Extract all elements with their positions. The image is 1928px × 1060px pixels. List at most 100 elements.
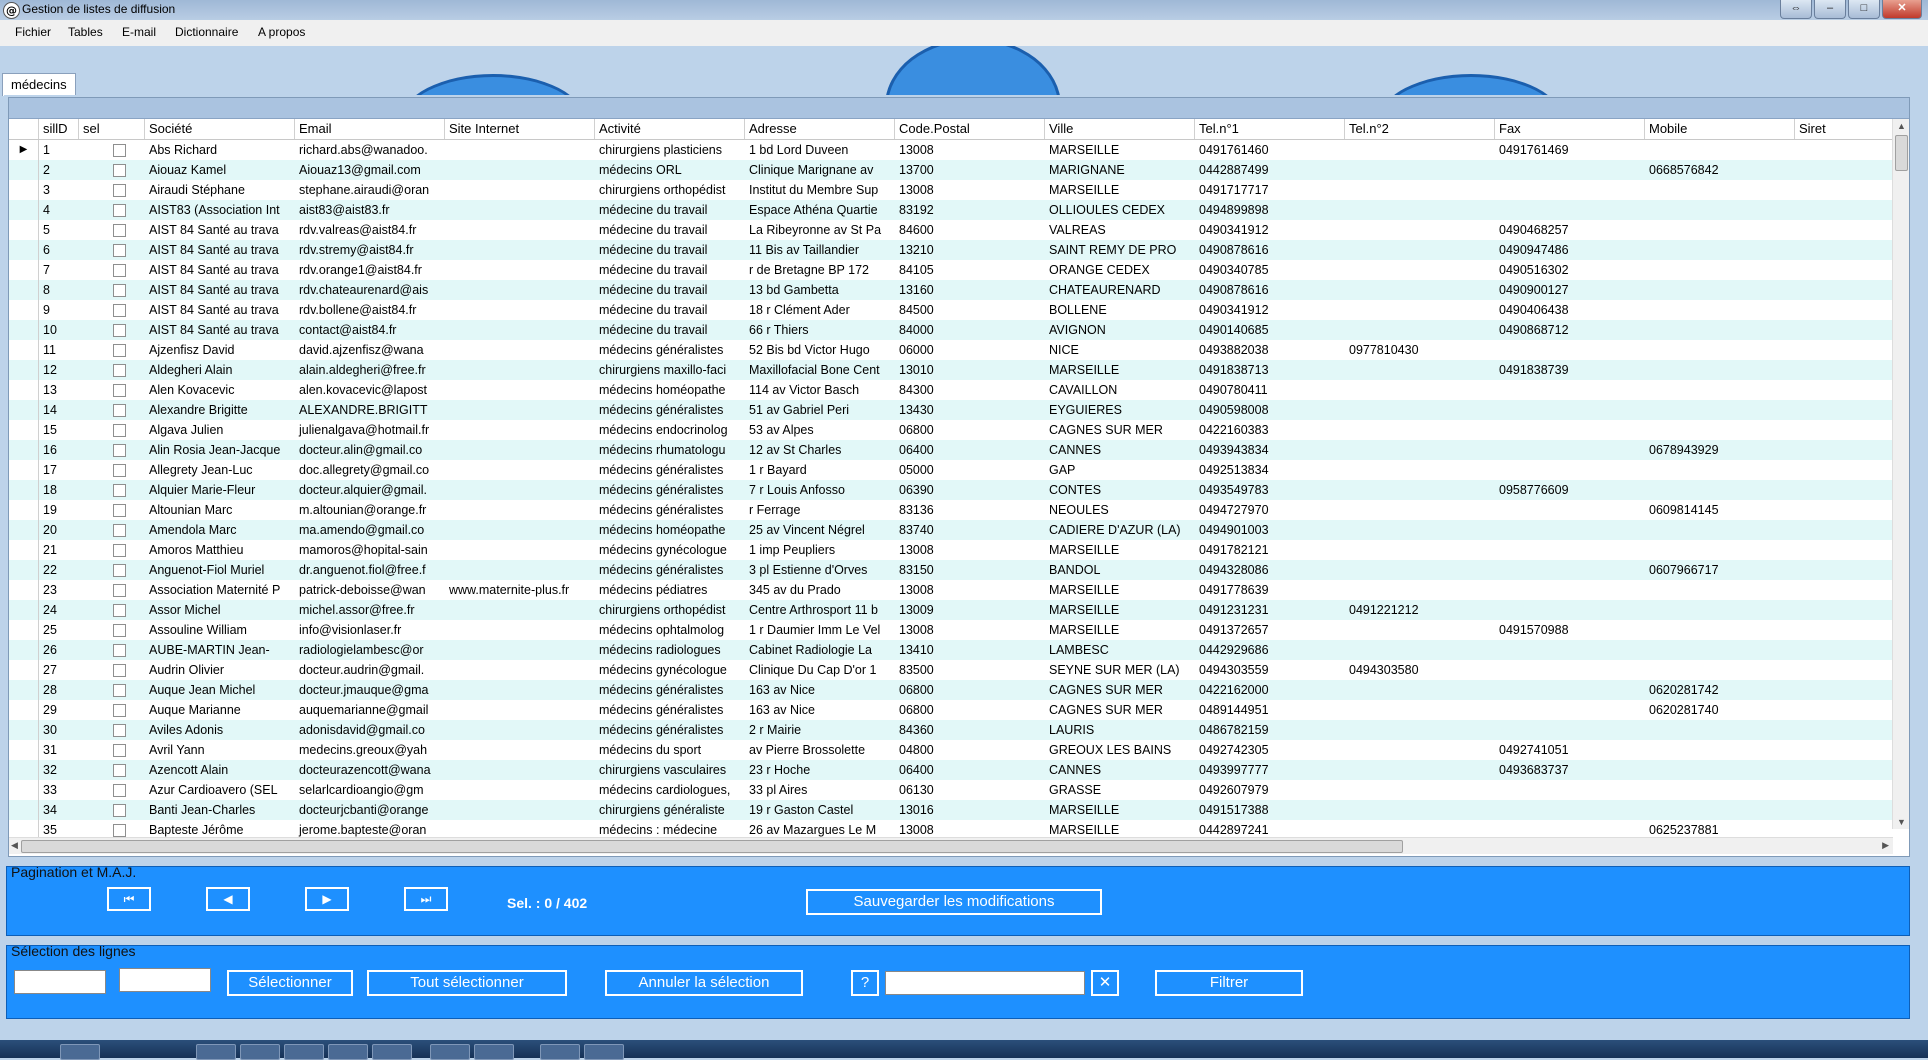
table-cell[interactable]: 0668576842 [1645, 160, 1795, 180]
table-cell[interactable]: 0491778639 [1195, 580, 1345, 600]
table-cell[interactable] [1495, 340, 1645, 360]
table-cell[interactable] [1345, 240, 1495, 260]
table-cell[interactable] [1645, 420, 1795, 440]
table-cell[interactable] [445, 540, 595, 560]
table-cell[interactable] [1345, 140, 1495, 160]
table-cell[interactable]: info@visionlaser.fr [295, 620, 445, 640]
table-cell[interactable]: MARSEILLE [1045, 360, 1195, 380]
table-row[interactable]: 18 Alquier Marie-Fleur docteur.alquier@gma… [9, 480, 1897, 500]
table-cell[interactable]: AIST 84 Santé au trava [145, 220, 295, 240]
table-cell[interactable] [1495, 640, 1645, 660]
table-row[interactable]: 12 Aldegheri Alain alain.aldegheri@free.fr… [9, 360, 1897, 380]
first-page-button[interactable]: ⏮ [107, 887, 151, 911]
table-row[interactable]: 32 Azencott Alain docteurazencott@wana chir… [9, 760, 1897, 780]
table-cell[interactable] [1795, 540, 1897, 560]
table-cell[interactable] [1345, 160, 1495, 180]
row-select-checkbox[interactable] [113, 524, 126, 537]
help-button[interactable]: ? [851, 970, 879, 996]
table-cell[interactable]: 6 [39, 240, 79, 260]
row-header[interactable] [9, 700, 39, 720]
table-cell[interactable] [1495, 540, 1645, 560]
table-cell[interactable]: 0490878616 [1195, 240, 1345, 260]
table-cell[interactable]: 0490341912 [1195, 300, 1345, 320]
table-cell[interactable] [1645, 240, 1795, 260]
table-cell[interactable]: 0491517388 [1195, 800, 1345, 820]
table-cell[interactable]: CAGNES SUR MER [1045, 420, 1195, 440]
clear-filter-button[interactable]: ✕ [1091, 970, 1119, 996]
table-cell[interactable] [445, 360, 595, 380]
table-cell[interactable] [1345, 360, 1495, 380]
column-header[interactable]: Fax [1495, 119, 1645, 139]
row-header[interactable] [9, 380, 39, 400]
table-cell[interactable]: 28 [39, 680, 79, 700]
table-cell[interactable]: 0958776609 [1495, 480, 1645, 500]
table-cell[interactable]: 13010 [895, 360, 1045, 380]
table-cell[interactable]: 06400 [895, 440, 1045, 460]
table-cell[interactable] [1345, 400, 1495, 420]
range-to-input[interactable] [119, 968, 211, 992]
table-cell[interactable]: 17 [39, 460, 79, 480]
table-cell[interactable]: CONTES [1045, 480, 1195, 500]
table-cell[interactable] [1645, 740, 1795, 760]
table-cell[interactable] [1495, 160, 1645, 180]
table-cell[interactable]: Alexandre Brigitte [145, 400, 295, 420]
table-cell[interactable]: 0491372657 [1195, 620, 1345, 640]
row-select-checkbox[interactable] [113, 464, 126, 477]
row-header[interactable] [9, 600, 39, 620]
table-row[interactable]: 2 Aiouaz Kamel Aiouaz13@gmail.com médecins … [9, 160, 1897, 180]
table-cell[interactable] [1645, 200, 1795, 220]
table-cell[interactable] [1345, 800, 1495, 820]
table-row[interactable]: 33 Azur Cardioavero (SEL selarlcardioangio… [9, 780, 1897, 800]
table-cell[interactable] [445, 280, 595, 300]
table-cell[interactable] [1795, 680, 1897, 700]
table-cell[interactable]: Audrin Olivier [145, 660, 295, 680]
table-cell[interactable] [445, 200, 595, 220]
table-cell[interactable]: 0492607979 [1195, 780, 1345, 800]
table-cell[interactable] [445, 400, 595, 420]
table-cell[interactable] [1495, 380, 1645, 400]
table-cell[interactable] [1795, 420, 1897, 440]
row-header[interactable] [9, 280, 39, 300]
table-cell[interactable]: 0493882038 [1195, 340, 1345, 360]
select-all-button[interactable]: Tout sélectionner [367, 970, 567, 996]
table-cell[interactable]: 13008 [895, 180, 1045, 200]
table-cell[interactable]: Association Maternité P [145, 580, 295, 600]
table-cell[interactable]: 84300 [895, 380, 1045, 400]
table-cell[interactable] [1795, 320, 1897, 340]
table-cell[interactable] [1495, 420, 1645, 440]
horizontal-scrollbar[interactable]: ◀ ▶ [9, 837, 1893, 854]
row-select-checkbox[interactable] [113, 244, 126, 257]
row-header[interactable] [9, 740, 39, 760]
table-cell[interactable] [1345, 540, 1495, 560]
table-cell[interactable]: 84500 [895, 300, 1045, 320]
table-cell[interactable]: médecins généralistes [595, 460, 745, 480]
table-cell[interactable]: médecins gynécologue [595, 540, 745, 560]
row-header[interactable] [9, 660, 39, 680]
table-cell[interactable]: 0494328086 [1195, 560, 1345, 580]
table-cell[interactable] [445, 460, 595, 480]
row-header[interactable] [9, 160, 39, 180]
table-cell[interactable]: ALEXANDRE.BRIGITT [295, 400, 445, 420]
table-row[interactable]: 21 Amoros Matthieu mamoros@hopital-sain méd… [9, 540, 1897, 560]
table-row[interactable]: 10 AIST 84 Santé au trava contact@aist84.f… [9, 320, 1897, 340]
table-cell[interactable]: 83740 [895, 520, 1045, 540]
table-cell[interactable] [1645, 640, 1795, 660]
table-cell[interactable] [445, 440, 595, 460]
row-select-checkbox[interactable] [113, 544, 126, 557]
table-cell[interactable]: 0678943929 [1645, 440, 1795, 460]
table-cell[interactable]: 13700 [895, 160, 1045, 180]
row-header[interactable] [9, 340, 39, 360]
table-cell[interactable] [1795, 180, 1897, 200]
table-cell[interactable] [1795, 640, 1897, 660]
table-cell[interactable]: 0489144951 [1195, 700, 1345, 720]
table-cell[interactable]: médecine du travail [595, 300, 745, 320]
maximize-button[interactable]: □ [1848, 0, 1880, 19]
table-cell[interactable]: médecins rhumatologu [595, 440, 745, 460]
table-cell[interactable]: 04800 [895, 740, 1045, 760]
table-cell[interactable]: 0490340785 [1195, 260, 1345, 280]
row-select-checkbox[interactable] [113, 704, 126, 717]
table-cell[interactable]: Amendola Marc [145, 520, 295, 540]
row-select-checkbox[interactable] [113, 664, 126, 677]
table-row[interactable]: 6 AIST 84 Santé au trava rdv.stremy@aist84… [9, 240, 1897, 260]
table-cell[interactable]: VALREAS [1045, 220, 1195, 240]
